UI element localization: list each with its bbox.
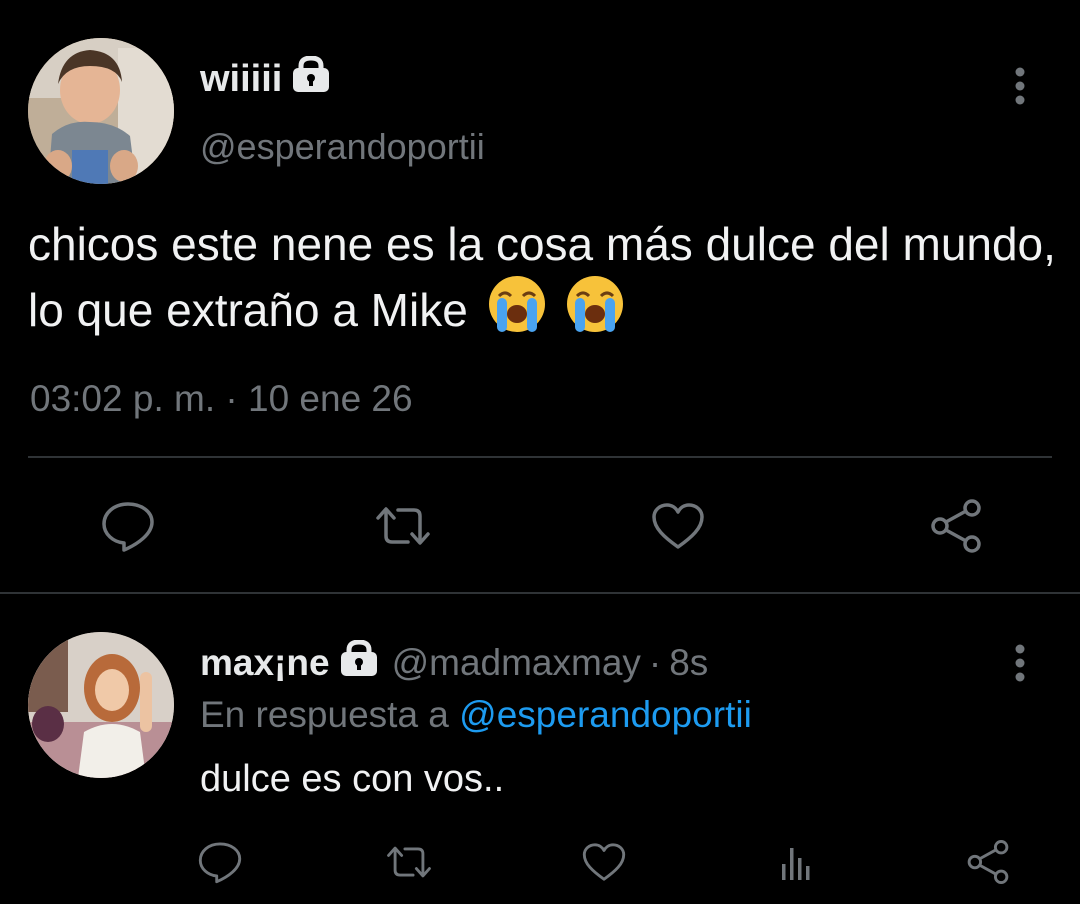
like-button[interactable] (648, 496, 708, 556)
retweet-button[interactable] (368, 496, 438, 556)
lock-icon (290, 55, 332, 102)
lock-icon (338, 639, 380, 685)
retweet-icon (387, 846, 431, 878)
reply-icon (198, 842, 242, 884)
reply-icon (102, 502, 154, 552)
main-tweet-display-name[interactable]: wiiiii (200, 58, 282, 101)
reply-tweet-text: dulce es con vos.. (200, 758, 505, 800)
replying-to: En respuesta a @esperandoportii (200, 694, 752, 736)
reply-tweet-time[interactable]: 8s (669, 642, 708, 684)
reply-tweet-display-name[interactable]: max¡ne (200, 642, 330, 684)
reply-tweet-avatar[interactable] (28, 632, 174, 778)
section-divider (0, 592, 1080, 594)
loudly-crying-face-icon (487, 274, 547, 348)
reply-button[interactable] (194, 836, 246, 888)
replying-to-prefix: En respuesta a (200, 694, 449, 735)
main-tweet-text: chicos este nene es la cosa más dulce de… (28, 214, 1068, 348)
views-icon (782, 848, 810, 880)
like-icon (582, 843, 626, 881)
more-vertical-icon[interactable] (1014, 66, 1026, 106)
divider (28, 456, 1052, 458)
main-tweet-timestamp[interactable]: 03:02 p. m. · 10 ene 26 (30, 378, 413, 420)
share-icon (931, 499, 981, 553)
separator-dot: · (648, 641, 662, 683)
main-tweet-avatar[interactable] (28, 38, 174, 184)
main-tweet-handle[interactable]: @esperandoportii (200, 126, 485, 168)
reply-tweet-handle[interactable]: @madmaxmay (392, 642, 641, 684)
share-button[interactable] (962, 836, 1014, 888)
reply-button[interactable] (98, 496, 158, 556)
like-button[interactable] (578, 836, 630, 888)
share-button[interactable] (926, 496, 986, 556)
like-icon (652, 503, 704, 549)
views-button[interactable] (770, 836, 822, 888)
replying-to-mention[interactable]: @esperandoportii (459, 694, 752, 735)
main-tweet-author[interactable]: wiiiii (200, 55, 332, 102)
retweet-icon (376, 507, 430, 545)
loudly-crying-face-icon (565, 274, 625, 348)
reply-tweet-header: max¡ne @madmaxmay · 8s (200, 639, 708, 685)
more-vertical-icon[interactable] (1014, 643, 1026, 683)
share-icon (967, 840, 1009, 884)
retweet-button[interactable] (380, 836, 438, 888)
